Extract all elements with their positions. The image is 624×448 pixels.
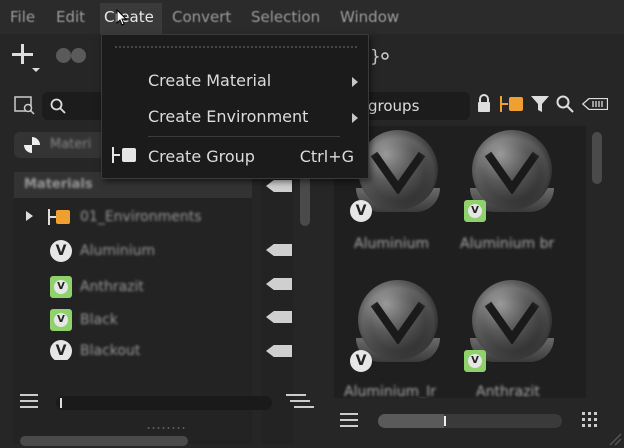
tag-icon[interactable] [266,180,292,192]
grid-search-text: groups [368,97,420,115]
list-view-icon[interactable] [20,394,38,408]
material-sphere [472,130,552,210]
tag-icon[interactable] [266,278,292,290]
material-badge-icon: V [50,340,72,360]
thumbnail-label: Anthrazit [476,384,540,398]
group-icon [112,147,138,163]
search-icon[interactable] [556,95,574,113]
svg-text:}: } [370,47,381,67]
material-badge-icon: V [350,350,372,372]
funnel-icon[interactable] [530,94,550,114]
thumbnail-label: Aluminium br [460,236,555,252]
tree-item-material[interactable]: V Black [14,305,252,335]
tree-horizontal-scrollbar[interactable] [20,436,188,446]
toggle-icon[interactable] [56,48,88,64]
search-input[interactable] [42,92,104,120]
thumbnail-slider-handle[interactable] [444,416,446,426]
tree-item-group[interactable]: 01_Environments [14,204,252,230]
menu-item-create-group[interactable]: Create Group Ctrl+G [102,139,368,171]
material-sphere [358,280,438,360]
v-logo-icon [370,301,426,344]
material-thumbnail[interactable]: V Anthrazit [458,276,568,398]
sphere-icon [24,137,40,153]
tree-item-label: 01_Environments [80,209,202,225]
list-view-icon[interactable] [340,413,358,427]
thumbnail-slider-fill [378,414,444,428]
menu-window[interactable]: Window [340,8,399,26]
node-icon[interactable]: } [370,44,392,68]
tag-icon[interactable] [266,244,292,256]
v-logo-icon [484,151,540,194]
menu-item-create-material[interactable]: Create Material [102,65,368,95]
tree-item-label: Blackout [80,343,141,359]
menu-selection[interactable]: Selection [251,8,320,26]
material-badge-icon: V [50,240,72,262]
resize-corner-icon[interactable] [608,432,622,446]
menu-item-label: Create Material [148,71,272,90]
vertical-scrollbar[interactable] [300,176,310,226]
filter-chip-label: Materi [50,137,92,152]
menu-item-create-environment[interactable]: Create Environment [102,101,368,131]
tree-item-material[interactable]: V Aluminium [14,236,252,266]
material-sphere [358,130,438,210]
material-badge-icon: V [50,276,72,298]
resize-grip[interactable] [146,426,186,430]
zoom-slider[interactable] [56,396,272,410]
grid-vertical-scrollbar[interactable] [592,132,602,184]
material-badge-icon: V [464,350,486,372]
lock-icon[interactable] [476,94,492,114]
sort-icon[interactable] [286,394,314,408]
tag-icon[interactable] [266,345,292,357]
menu-tearoff-handle[interactable] [114,45,358,49]
tree-item-label: Aluminium [80,243,156,259]
tree-item-material[interactable]: V Anthrazit [14,272,252,302]
add-icon[interactable] [10,42,42,74]
material-badge-icon: V [464,200,486,222]
menu-item-shortcut: Ctrl+G [299,147,354,166]
menu-item-label: Create Group [148,147,255,166]
material-badge-icon: V [50,309,72,331]
menu-edit[interactable]: Edit [56,8,85,26]
thumbnail-label: Aluminium [354,236,430,252]
tag-filter-icon[interactable] [582,98,608,110]
tree-item-material[interactable]: V Blackout [14,336,252,360]
v-logo-icon [370,151,426,194]
image-search-icon[interactable] [14,96,36,116]
material-grid-panel: groups V Aluminium V Aluminium br V Alum… [330,80,624,448]
menu-create[interactable]: Create [104,8,154,26]
expand-arrow-icon[interactable] [26,211,33,221]
material-sphere [472,280,552,360]
tree-header-label: Materials [24,177,93,192]
thumbnail-label: Aluminium_Ir [344,384,437,398]
menu-file[interactable]: File [10,8,35,26]
search-icon [50,98,66,114]
zoom-slider-handle[interactable] [60,398,62,408]
menu-item-label: Create Environment [148,107,309,126]
thumbnail-grid: V Aluminium V Aluminium br V Aluminium_I… [334,126,586,398]
v-logo-icon [484,301,540,344]
material-thumbnail[interactable]: V Aluminium br [458,126,568,256]
submenu-arrow-icon [352,77,358,87]
material-filter-chip[interactable]: Materi [14,132,104,158]
submenu-arrow-icon [352,113,358,123]
group-icon [48,209,72,225]
tag-icon[interactable] [266,311,292,323]
grid-view-icon[interactable] [582,412,598,428]
create-menu: Create Material Create Environment Creat… [101,34,369,179]
material-badge-icon: V [350,200,372,222]
menu-convert[interactable]: Convert [172,8,231,26]
thumbnail-size-slider[interactable] [378,414,562,428]
tree-item-label: Anthrazit [80,279,144,295]
group-filter-icon[interactable] [500,96,526,112]
menu-bar: File Edit Create Convert Selection Windo… [0,0,624,34]
mouse-cursor-icon [116,9,128,26]
menu-separator [148,136,340,137]
tree-item-label: Black [80,312,118,328]
material-thumbnail[interactable]: V Aluminium_Ir [342,276,452,398]
